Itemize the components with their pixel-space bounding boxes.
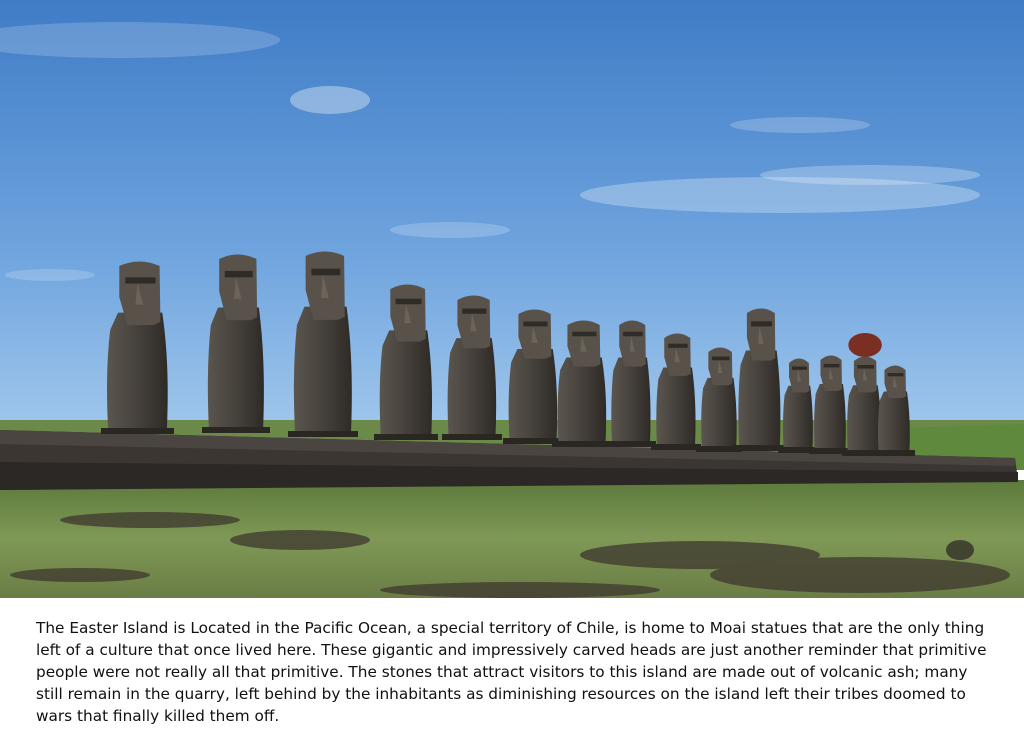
pukao-topknot xyxy=(848,333,882,357)
caption-text: The Easter Island is Located in the Paci… xyxy=(36,619,987,725)
moai-scene xyxy=(0,0,1024,598)
moai-photo xyxy=(0,0,1024,598)
